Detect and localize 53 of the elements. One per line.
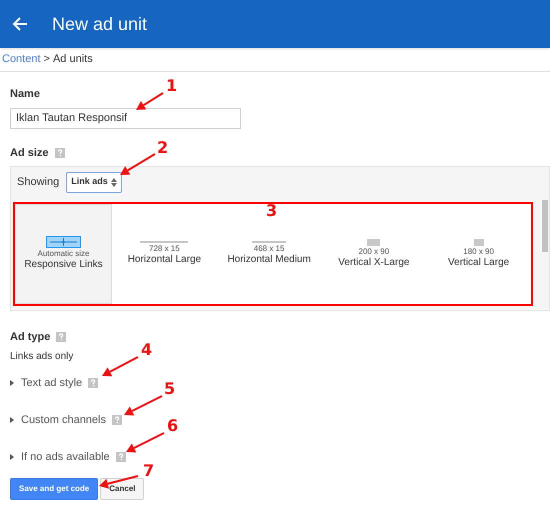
size-preview-icon [367,238,380,246]
size-dimensions: 180 x 90 [463,246,494,256]
page-title: New ad unit [52,12,148,36]
annotation-arrow [126,432,164,452]
help-icon[interactable] [112,415,122,425]
size-preview-icon [474,238,484,246]
annotation-number: 5 [164,381,176,397]
breadcrumb-link[interactable]: Content [2,51,41,68]
responsive-size-icon [46,236,81,248]
annotation-number: 2 [157,140,168,156]
annotation-number: 3 [266,203,278,219]
annotation-number: 4 [141,342,152,358]
save-button[interactable]: Save and get code [10,478,98,500]
section-label: Ad type [10,330,50,344]
showing-label: Showing [17,174,60,190]
annotation-arrow [120,153,156,175]
size-name: Vertical X-Large [338,256,410,268]
help-icon[interactable] [56,332,66,342]
expand-caret-icon[interactable] [10,380,15,386]
annotation-number: 6 [167,418,178,434]
annotation-arrow [102,356,138,376]
section-label: Ad size [10,146,49,161]
annotation-number: 1 [166,78,178,94]
annotation-arrow [124,395,162,416]
size-dimensions: 468 x 15 [254,244,284,254]
expandable-section[interactable]: Custom channels [21,412,106,428]
cancel-button[interactable]: Cancel [100,478,144,500]
size-name: Horizontal Medium [227,254,311,266]
scrollbar-thumb[interactable] [542,200,548,252]
ad-size-option[interactable]: Automatic size Responsive Links [15,204,112,304]
back-arrow-icon[interactable] [12,16,28,32]
size-name: Vertical Large [448,256,510,268]
annotation-number: 7 [143,463,154,479]
help-icon[interactable] [116,452,126,462]
expandable-section[interactable]: Text ad style [21,374,82,392]
field-label: Name [10,87,40,102]
expandable-section[interactable]: If no ads available [21,448,110,466]
expand-caret-icon[interactable] [10,454,15,460]
size-dimensions: 728 x 15 [149,244,180,254]
breadcrumb-current: Ad units [52,52,93,68]
ad-type-select[interactable]: Link ads [66,172,122,192]
size-name: Horizontal Large [128,254,202,266]
help-icon[interactable] [54,148,65,158]
help-icon[interactable] [88,378,98,388]
size-dimensions: 200 x 90 [358,246,390,256]
up-down-caret-icon [110,178,117,186]
size-name: Responsive Links [24,259,103,271]
name-input[interactable]: Iklan Tautan Responsif [10,108,241,128]
ad-type-note: Links ads only [10,350,74,364]
breadcrumb-separator: > [44,52,50,68]
annotation-arrow [136,92,164,110]
size-dimensions: Automatic size [37,249,90,259]
expand-caret-icon[interactable] [10,417,15,423]
